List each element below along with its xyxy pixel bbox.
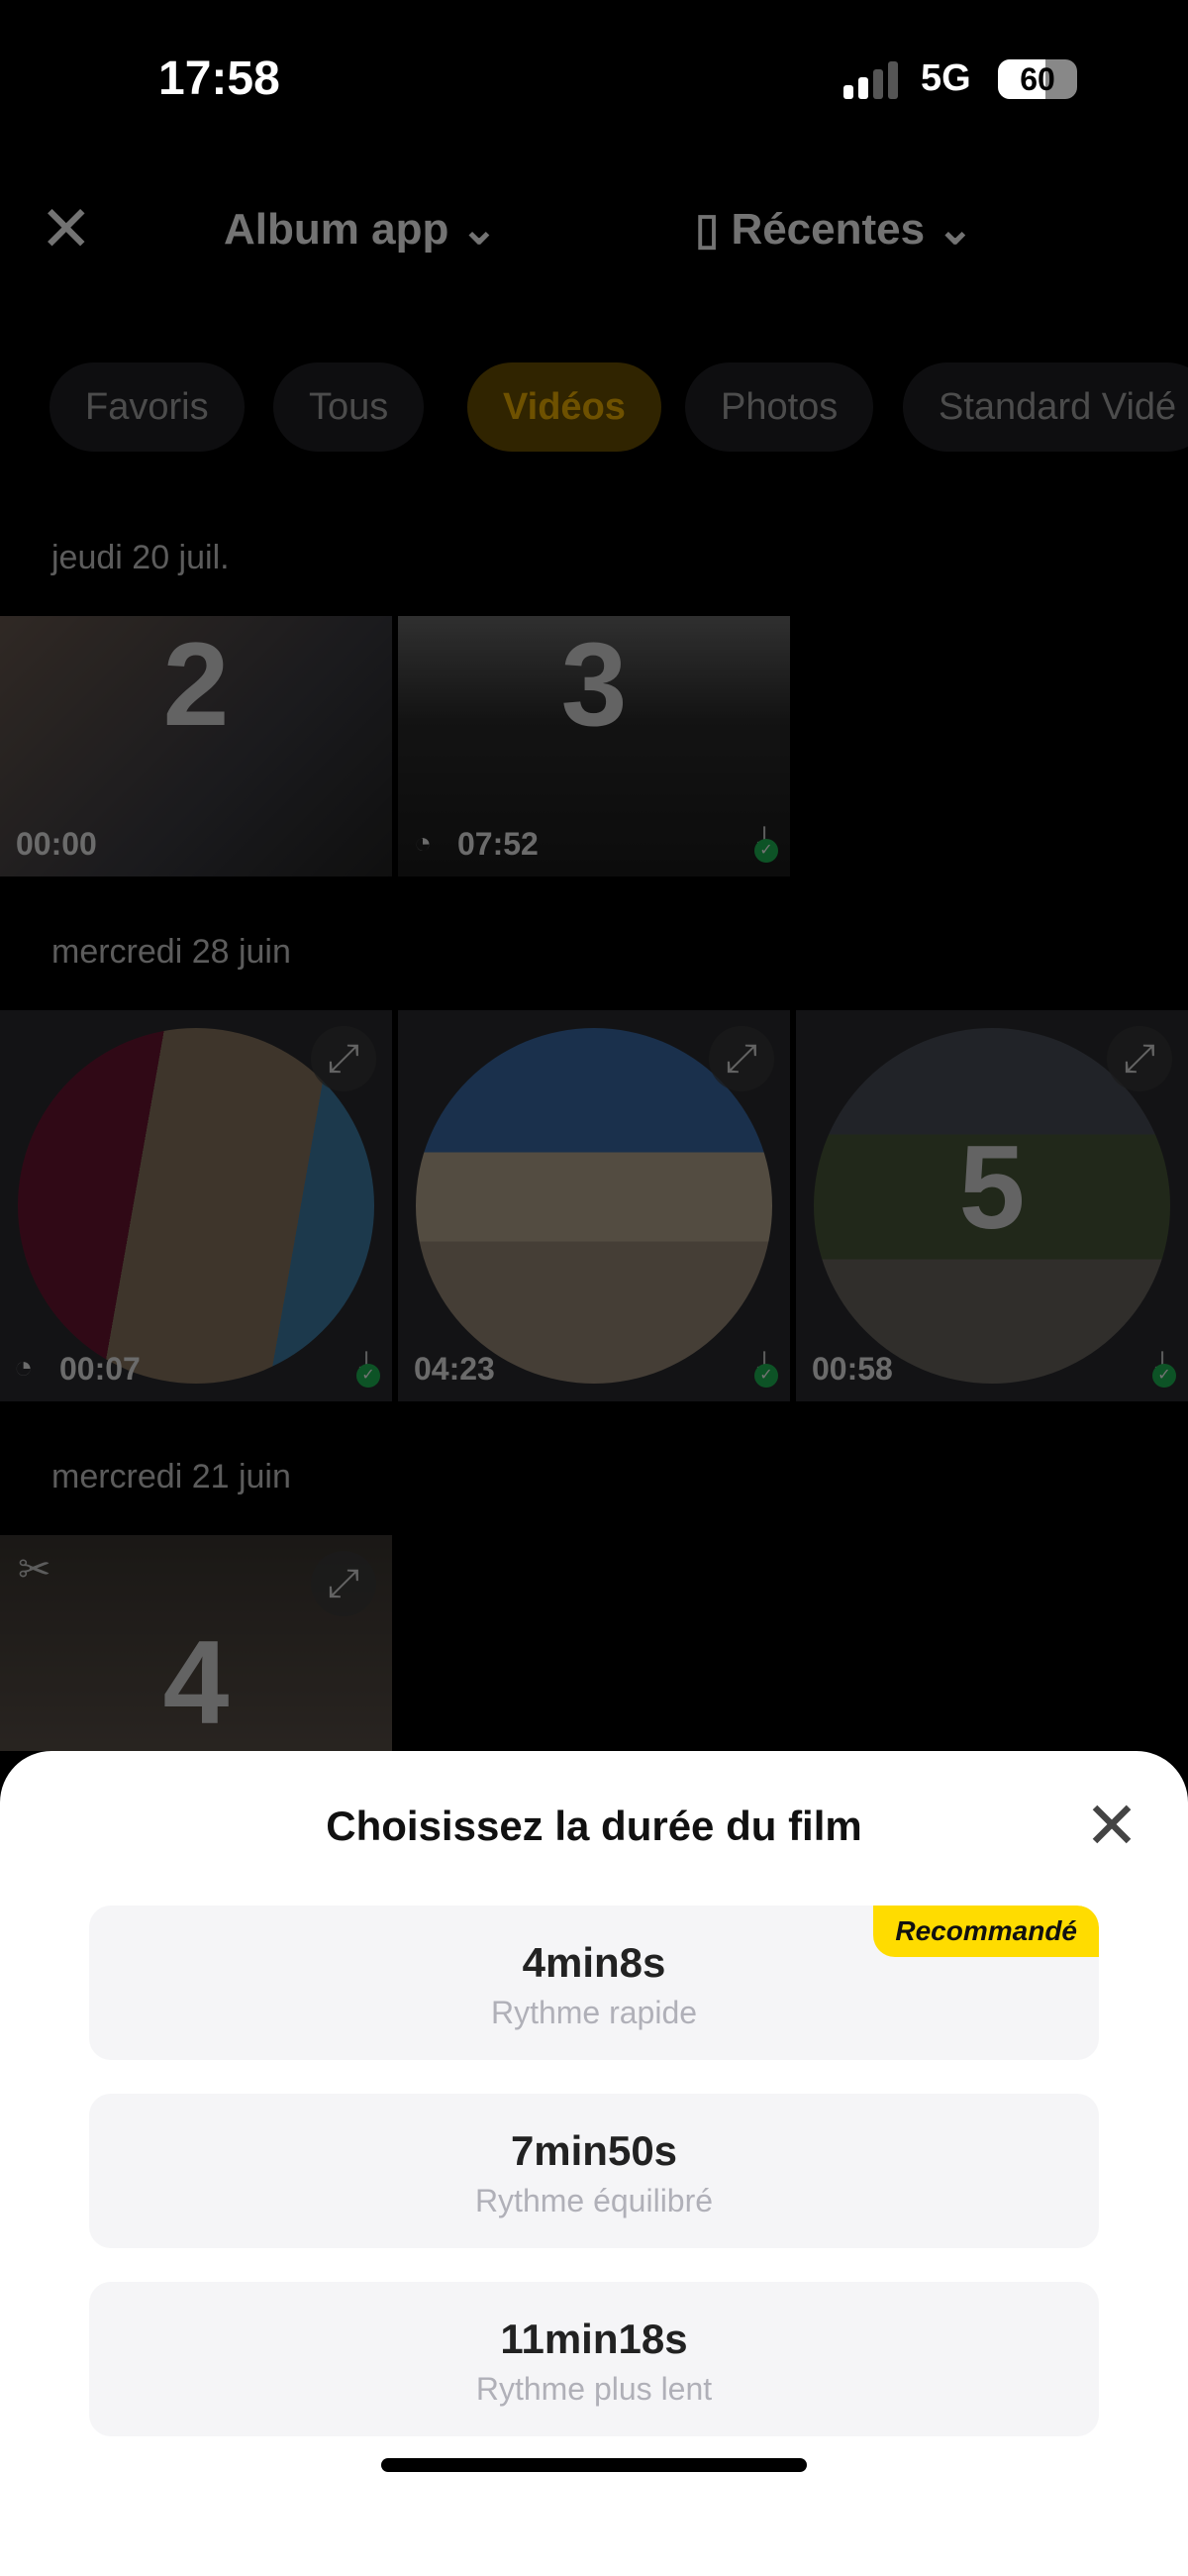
chevron-down-icon: ⌄ (448, 205, 498, 254)
header: ✕ Album app ⌄ ▯ Récentes ⌄ (0, 188, 1188, 267)
chevron-down-icon: ⌄ (925, 205, 974, 254)
home-indicator[interactable] (381, 2458, 807, 2472)
video-duration: 00:07 (59, 1351, 141, 1387)
source-dropdown[interactable]: ▯ Récentes ⌄ (695, 204, 973, 255)
filter-videos[interactable]: Vidéos (467, 362, 661, 452)
option-pace: Rythme rapide (490, 1995, 698, 2030)
video-thumbnail[interactable]: 3 07:52 ◔ ⤓✓ (398, 616, 790, 876)
filter-favoris[interactable]: Favoris (50, 362, 245, 452)
close-icon[interactable]: ✕ (40, 192, 93, 266)
thumbnail-number: 4 (162, 1616, 230, 1749)
signal-icon (843, 61, 903, 99)
duration-option-slow[interactable]: 11min18s Rythme plus lent (89, 2282, 1099, 2436)
downloaded-icon: ⤓✓ (754, 818, 778, 863)
downloaded-icon: ⤓✓ (356, 1343, 380, 1388)
section-date: mercredi 21 juin (51, 1458, 291, 1495)
option-duration: 7min50s (510, 2127, 678, 2174)
filter-photos[interactable]: Photos (685, 362, 874, 452)
video-thumbnail[interactable]: ⤢ ◔ 00:07 ⤓✓ (0, 1010, 392, 1401)
option-duration: 11min18s (500, 2316, 688, 2362)
video-thumbnail[interactable]: 2 00:00 (0, 616, 392, 876)
expand-icon[interactable]: ⤢ (311, 1551, 376, 1616)
timelapse-icon: ◔ (14, 1349, 34, 1385)
recommended-badge: Recommandé (873, 1906, 1099, 1957)
video-thumbnail[interactable]: 5 ⤢ 00:58 ⤓✓ (796, 1010, 1188, 1401)
phone-icon: ▯ (695, 205, 732, 254)
timelapse-icon: ◔ (414, 827, 433, 860)
network-type: 5G (921, 57, 971, 99)
downloaded-icon: ⤓✓ (754, 1343, 778, 1388)
thumbnail-number: 5 (958, 1121, 1026, 1254)
thumbnail-number: 2 (162, 618, 230, 751)
downloaded-icon: ⤓✓ (1152, 1343, 1176, 1388)
video-duration: 00:58 (812, 1351, 893, 1387)
video-duration: 07:52 (457, 826, 539, 862)
section-date: mercredi 28 juin (51, 933, 291, 971)
thumbnail-number: 3 (560, 618, 628, 751)
duration-option-balanced[interactable]: 7min50s Rythme équilibré (89, 2094, 1099, 2248)
expand-icon[interactable]: ⤢ (709, 1026, 774, 1091)
album-dropdown[interactable]: Album app ⌄ (224, 204, 497, 255)
status-time: 17:58 (158, 52, 280, 105)
video-duration: 00:00 (16, 826, 97, 862)
expand-icon[interactable]: ⤢ (1107, 1026, 1172, 1091)
video-thumbnail[interactable]: ⤢ 04:23 ⤓✓ (398, 1010, 790, 1401)
close-icon[interactable]: ✕ (1077, 1793, 1146, 1862)
filter-standard-video[interactable]: Standard Vidé (903, 362, 1188, 452)
filter-tous[interactable]: Tous (273, 362, 425, 452)
section-date: jeudi 20 juil. (51, 539, 230, 576)
battery-icon: 60 (998, 59, 1077, 99)
duration-option-fast[interactable]: 4min8s Rythme rapide Recommandé (89, 1906, 1099, 2060)
duration-bottom-sheet: Choisissez la durée du film ✕ 4min8s Ryt… (0, 1751, 1188, 2576)
expand-icon[interactable]: ⤢ (311, 1026, 376, 1091)
video-thumbnail[interactable]: ✂ ⤢ 4 (0, 1535, 392, 1751)
scissors-icon: ✂ (18, 1548, 51, 1592)
source-label: Récentes (731, 205, 926, 254)
sheet-title: Choisissez la durée du film (326, 1803, 862, 1849)
album-label: Album app (224, 205, 449, 254)
video-duration: 04:23 (414, 1351, 495, 1387)
option-pace: Rythme plus lent (475, 2371, 713, 2407)
option-pace: Rythme équilibré (474, 2183, 714, 2218)
status-bar: 17:58 5G 60 (0, 0, 1188, 158)
